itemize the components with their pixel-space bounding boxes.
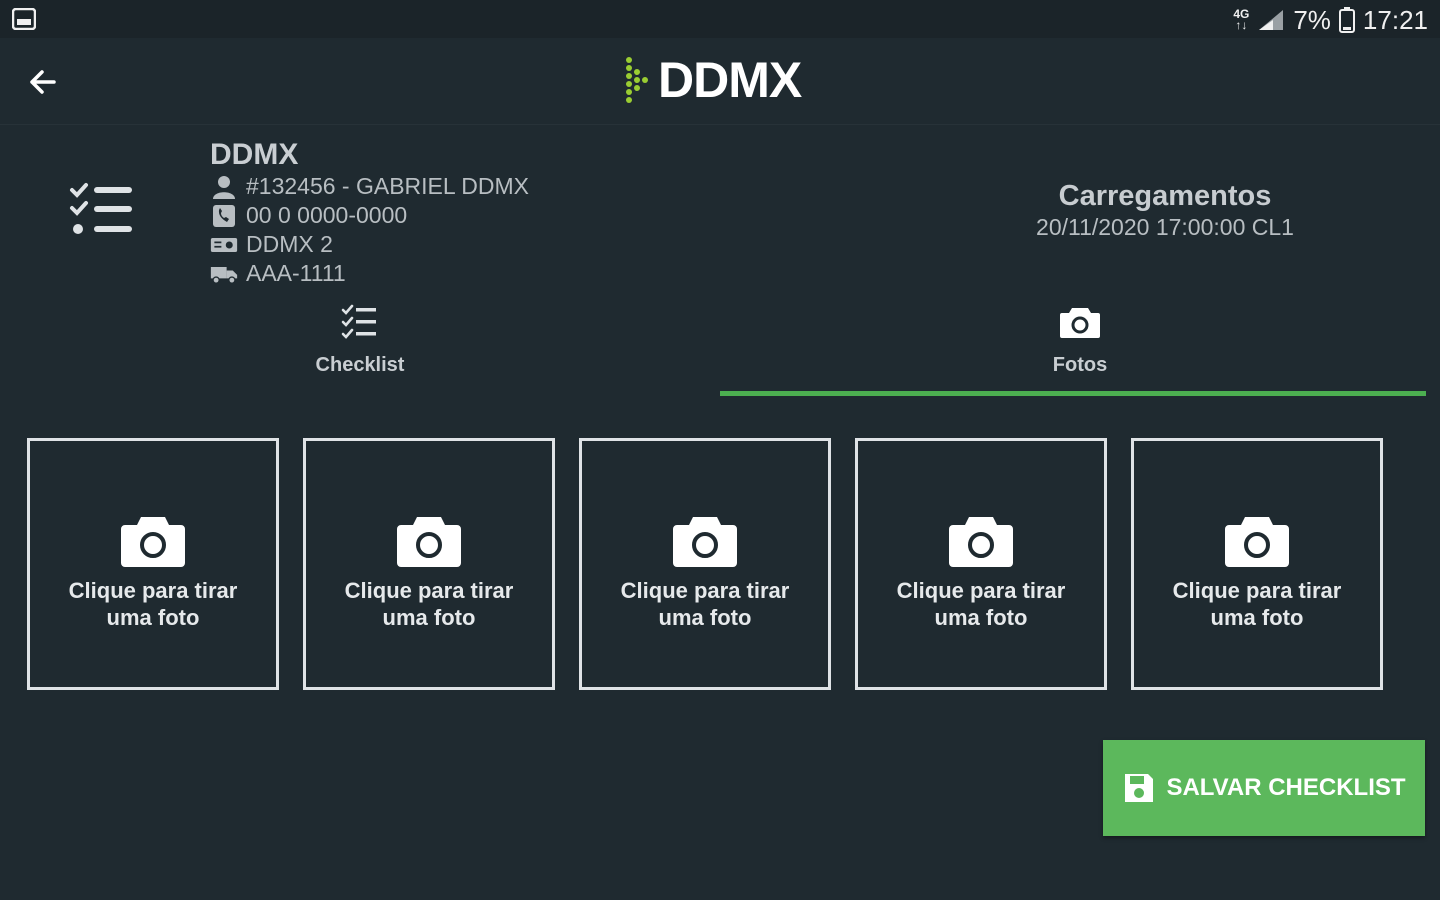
camera-icon xyxy=(1225,517,1289,567)
photo-slot[interactable]: Clique para tirar uma foto xyxy=(579,438,831,690)
app-bar: DDMX xyxy=(0,38,1440,125)
camera-icon xyxy=(397,517,461,567)
photo-slot-caption: Clique para tirar uma foto xyxy=(896,578,1066,630)
plate-row: AAA-1111 xyxy=(210,259,529,288)
driver-id: #132456 - GABRIEL DDMX xyxy=(246,173,529,199)
signal-icon xyxy=(1259,10,1284,30)
load-datetime: 20/11/2020 17:00:00 CL1 xyxy=(1036,214,1294,240)
photo-slot-caption: Clique para tirar uma foto xyxy=(344,578,514,630)
company-name: DDMX xyxy=(210,138,299,171)
logo-dots-icon xyxy=(626,57,648,103)
tab-bar: Checklist Fotos xyxy=(0,294,1440,400)
load-title: Carregamentos xyxy=(1058,180,1272,212)
photo-slot[interactable]: Clique para tirar uma foto xyxy=(27,438,279,690)
tab-fotos[interactable]: Fotos xyxy=(720,294,1440,400)
load-header: DDMX #132456 - GABRIEL DDMX 00 0 0000-00… xyxy=(0,124,1440,294)
photo-slot[interactable]: Clique para tirar uma foto xyxy=(1131,438,1383,690)
status-bar: 4G ↑↓ 7% 17:21 xyxy=(0,0,1440,38)
photo-slot[interactable]: Clique para tirar uma foto xyxy=(855,438,1107,690)
phone-icon xyxy=(213,204,235,227)
id-card-icon xyxy=(210,237,238,252)
back-arrow-icon[interactable] xyxy=(20,60,64,104)
truck-icon xyxy=(210,266,238,284)
battery-percent: 7% xyxy=(1293,4,1331,35)
battery-icon xyxy=(1338,7,1355,33)
photo-slot-caption: Clique para tirar uma foto xyxy=(68,578,238,630)
camera-icon xyxy=(949,517,1013,567)
driver-phone: 00 0 0000-0000 xyxy=(246,202,408,228)
driver-row: #132456 - GABRIEL DDMX xyxy=(210,172,529,201)
vehicle-plate: AAA-1111 xyxy=(246,260,346,286)
camera-icon xyxy=(1060,308,1100,338)
screenshot-icon xyxy=(12,8,36,30)
active-tab-indicator xyxy=(720,391,1426,396)
tab-fotos-label: Fotos xyxy=(1052,354,1108,376)
save-checklist-button[interactable]: SALVAR CHECKLIST xyxy=(1103,740,1425,836)
logo-text: DDMX xyxy=(658,52,802,108)
unit-row: DDMX 2 xyxy=(210,230,529,259)
clock: 17:21 xyxy=(1362,4,1428,35)
save-checklist-label: SALVAR CHECKLIST xyxy=(1166,774,1406,801)
load-info: Carregamentos 20/11/2020 17:00:00 CL1 xyxy=(1000,180,1330,242)
photo-slot-caption: Clique para tirar uma foto xyxy=(1172,578,1342,630)
photo-grid: Clique para tirar uma foto Clique para t… xyxy=(27,438,1383,690)
phone-row: 00 0 0000-0000 xyxy=(210,201,529,230)
ddmx-logo: DDMX xyxy=(624,52,802,108)
photo-slot-caption: Clique para tirar uma foto xyxy=(620,578,790,630)
tab-checklist-label: Checklist xyxy=(315,354,405,376)
camera-icon xyxy=(121,517,185,567)
camera-icon xyxy=(673,517,737,567)
driver-info: DDMX #132456 - GABRIEL DDMX 00 0 0000-00… xyxy=(210,138,529,288)
checklist-icon xyxy=(341,304,376,339)
tab-checklist[interactable]: Checklist xyxy=(0,294,720,400)
photo-slot[interactable]: Clique para tirar uma foto xyxy=(303,438,555,690)
checklist-large-icon xyxy=(70,183,132,234)
network-indicator: 4G ↑↓ xyxy=(1233,7,1250,32)
unit-name: DDMX 2 xyxy=(246,231,333,257)
person-icon xyxy=(213,175,235,199)
save-icon xyxy=(1125,774,1154,802)
